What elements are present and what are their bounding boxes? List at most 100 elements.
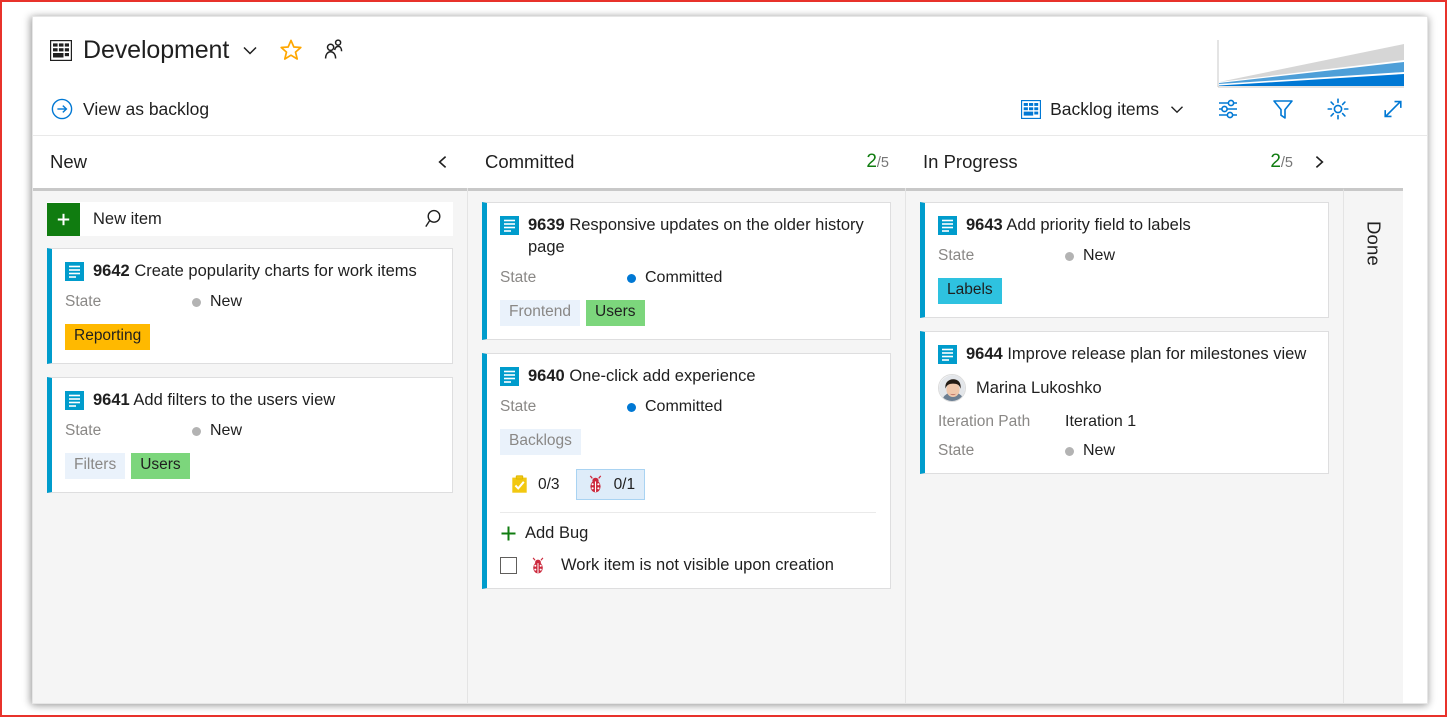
tag[interactable]: Users bbox=[586, 300, 644, 326]
tag[interactable]: Backlogs bbox=[500, 429, 581, 455]
gear-icon[interactable] bbox=[1325, 96, 1351, 122]
cumulative-flow-diagram[interactable] bbox=[1216, 39, 1404, 89]
assignee-name: Marina Lukoshko bbox=[976, 379, 1102, 398]
state-value: Committed bbox=[645, 398, 722, 416]
new-item-button[interactable]: New item bbox=[47, 203, 178, 236]
board-column-committed: Committed 2 /5 bbox=[468, 136, 905, 704]
column-body: 9643 Add priority field to labels State … bbox=[906, 188, 1343, 704]
card-assignee[interactable]: Marina Lukoshko bbox=[938, 374, 1314, 402]
backlog-item-icon bbox=[500, 367, 519, 386]
card-title-row: 9640 One-click add experience bbox=[500, 365, 876, 387]
state-value: New bbox=[210, 293, 242, 311]
column-wip-counter: 2 /5 bbox=[866, 151, 889, 173]
card-title-text: Responsive updates on the older history … bbox=[528, 216, 864, 256]
kanban-board: New bbox=[33, 136, 1427, 704]
chevron-right-icon[interactable] bbox=[1311, 154, 1327, 170]
team-members-icon[interactable] bbox=[321, 38, 345, 62]
bug-counter-text: 0/1 bbox=[614, 476, 636, 494]
board-grid-icon bbox=[1021, 100, 1041, 119]
work-item-card[interactable]: 9641 Add filters to the users view State… bbox=[47, 377, 453, 493]
bug-icon bbox=[529, 557, 547, 575]
bug-counter[interactable]: 0/1 bbox=[576, 469, 646, 500]
tag[interactable]: Frontend bbox=[500, 300, 580, 326]
toolbar-actions: Backlog items bbox=[1021, 96, 1406, 122]
card-tags: Reporting bbox=[65, 324, 438, 350]
column-body: New item bbox=[33, 188, 467, 704]
column-header: In Progress 2 /5 bbox=[906, 136, 1343, 188]
state-value: New bbox=[1083, 442, 1115, 460]
work-item-card[interactable]: 9643 Add priority field to labels State … bbox=[920, 202, 1329, 318]
field-value: Committed bbox=[627, 398, 722, 416]
new-item-row: New item bbox=[47, 202, 453, 236]
view-as-backlog-button[interactable]: View as backlog bbox=[51, 98, 209, 120]
card-id: 9643 bbox=[966, 216, 1003, 234]
column-header bbox=[1343, 136, 1403, 188]
star-favorite-icon[interactable] bbox=[279, 38, 303, 62]
chevron-down-icon bbox=[1168, 100, 1186, 118]
card-field-state: State New bbox=[65, 293, 438, 311]
tag[interactable]: Labels bbox=[938, 278, 1002, 304]
search-icon[interactable] bbox=[424, 207, 447, 230]
column-body: 9639 Responsive updates on the older his… bbox=[468, 188, 905, 704]
column-header: New bbox=[33, 136, 467, 188]
wip-current: 2 bbox=[1270, 151, 1281, 173]
state-dot-icon bbox=[627, 403, 636, 412]
board-column-done[interactable]: Done bbox=[1343, 136, 1403, 704]
tag[interactable]: Filters bbox=[65, 453, 125, 479]
chevron-left-icon[interactable] bbox=[435, 154, 451, 170]
board-settings-sliders-icon[interactable] bbox=[1215, 96, 1241, 122]
state-dot-icon bbox=[1065, 252, 1074, 261]
card-tags: Frontend Users bbox=[500, 300, 876, 326]
card-field-iteration: Iteration Path Iteration 1 bbox=[938, 413, 1314, 431]
checklist-item-text: Work item is not visible upon creation bbox=[561, 556, 834, 575]
task-checklist-icon bbox=[510, 475, 529, 494]
card-field-state: State New bbox=[938, 247, 1314, 265]
board-toolbar: View as backlog bbox=[33, 83, 1427, 136]
field-label: State bbox=[65, 422, 192, 440]
field-value: Iteration 1 bbox=[1065, 413, 1136, 431]
column-header-right: 2 /5 bbox=[1270, 151, 1327, 173]
card-id: 9641 bbox=[93, 391, 130, 409]
card-title-row: 9644 Improve release plan for milestones… bbox=[938, 343, 1314, 365]
card-field-state: State Committed bbox=[500, 269, 876, 287]
backlog-item-icon bbox=[938, 216, 957, 235]
work-item-card[interactable]: 9639 Responsive updates on the older his… bbox=[482, 202, 891, 340]
card-title-text: Add priority field to labels bbox=[1006, 216, 1190, 234]
column-title: Done bbox=[1363, 221, 1385, 704]
card-id: 9639 bbox=[528, 216, 565, 234]
plus-icon bbox=[47, 203, 80, 236]
backlog-item-icon bbox=[500, 216, 519, 235]
add-bug-button[interactable]: Add Bug bbox=[500, 524, 876, 543]
card-title: 9644 Improve release plan for milestones… bbox=[966, 343, 1306, 365]
screenshot-root: Development bbox=[0, 0, 1447, 717]
state-value: New bbox=[210, 422, 242, 440]
filter-funnel-icon[interactable] bbox=[1270, 96, 1296, 122]
field-label: Iteration Path bbox=[938, 413, 1065, 431]
field-label: State bbox=[500, 269, 627, 287]
card-title-row: 9641 Add filters to the users view bbox=[65, 389, 438, 411]
card-tags: Filters Users bbox=[65, 453, 438, 479]
work-item-card[interactable]: 9642 Create popularity charts for work i… bbox=[47, 248, 453, 364]
expand-diagonal-icon[interactable] bbox=[1380, 96, 1406, 122]
field-label: State bbox=[500, 398, 627, 416]
work-item-card[interactable]: 9640 One-click add experience State Comm… bbox=[482, 353, 891, 589]
checkbox-unchecked[interactable] bbox=[500, 557, 517, 574]
card-checklist: Add Bug bbox=[500, 512, 876, 575]
state-dot-icon bbox=[1065, 447, 1074, 456]
plus-icon bbox=[500, 525, 517, 542]
card-field-state: State Committed bbox=[500, 398, 876, 416]
card-counters: 0/3 bbox=[500, 469, 876, 500]
backlog-items-selector[interactable]: Backlog items bbox=[1021, 99, 1186, 120]
chevron-down-icon[interactable] bbox=[240, 40, 260, 60]
state-dot-icon bbox=[192, 298, 201, 307]
task-counter[interactable]: 0/3 bbox=[500, 469, 570, 500]
tag[interactable]: Users bbox=[131, 453, 189, 479]
work-item-card[interactable]: 9644 Improve release plan for milestones… bbox=[920, 331, 1329, 474]
board-column-in-progress: In Progress 2 /5 bbox=[906, 136, 1343, 704]
checklist-item[interactable]: Work item is not visible upon creation bbox=[500, 556, 876, 575]
card-title-text: Create popularity charts for work items bbox=[134, 262, 416, 280]
field-label: State bbox=[938, 247, 1065, 265]
card-id: 9640 bbox=[528, 367, 565, 385]
tag[interactable]: Reporting bbox=[65, 324, 150, 350]
view-as-backlog-label: View as backlog bbox=[83, 99, 209, 120]
